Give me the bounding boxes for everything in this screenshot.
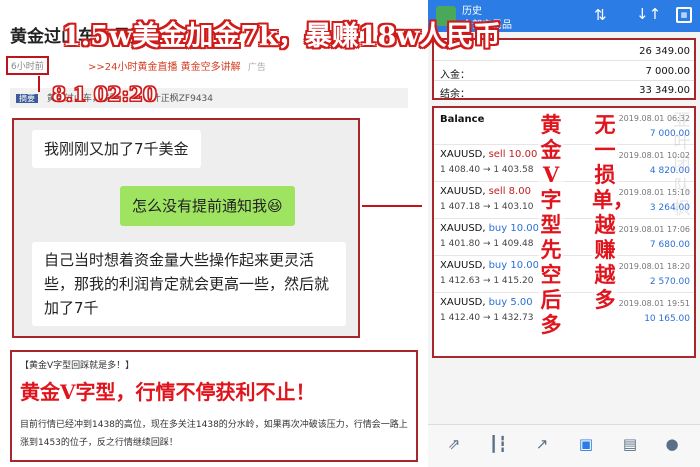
ad-tag: 广告 xyxy=(247,63,266,73)
row-symbol: XAUUSD, buy 5.00 xyxy=(440,297,533,308)
trade-history-list: Balance 2019.08.01 06:32 7 000.00 XAUUSD… xyxy=(432,106,696,358)
divider xyxy=(434,80,694,81)
row-side: buy 10.00 xyxy=(488,223,539,234)
overlay-date: 8.1 02:20 xyxy=(52,82,158,107)
row-date: 2019.08.01 19:51 xyxy=(618,299,690,308)
row-date: 2019.08.01 17:06 xyxy=(618,225,690,234)
row-price: 1 412.63 → 1 415.20 xyxy=(440,276,534,286)
history-row[interactable]: XAUUSD, buy 10.00 1 401.80 → 1 409.48 201… xyxy=(434,219,694,256)
row-side: sell 8.00 xyxy=(488,186,531,197)
row-profit: 10 165.00 xyxy=(644,314,690,324)
promo-box-headline: 黄金V字型，行情不停获利不止！ xyxy=(20,380,316,404)
divider xyxy=(434,60,694,61)
inbox-icon[interactable]: ▣ xyxy=(574,435,598,457)
history-row[interactable]: XAUUSD, buy 10.00 1 412.63 → 1 415.20 201… xyxy=(434,256,694,293)
row-symbol: XAUUSD, buy 10.00 xyxy=(440,260,539,271)
history-row[interactable]: XAUUSD, sell 8.00 1 407.18 → 1 403.10 201… xyxy=(434,182,694,219)
chat-message-incoming-2: 自己当时想着资金量大些操作起来更灵活些，那我的利润肯定就会更高一些，然后就加了7… xyxy=(32,242,346,326)
row-symbol: XAUUSD, sell 8.00 xyxy=(440,186,531,197)
headline-overlay: 1.5w美金加金7k，暴赚18w人民币 xyxy=(62,21,501,52)
row-price: 1 401.80 → 1 409.48 xyxy=(440,239,534,249)
arrow-connector xyxy=(362,205,422,207)
promo-box: 【黄金V字型回踩就是多！】 黄金V字型，行情不停获利不止！ 目前行情已经冲到14… xyxy=(10,350,418,462)
history-row[interactable]: XAUUSD, buy 5.00 1 412.40 → 1 432.73 2019… xyxy=(434,293,694,330)
arrow-connector xyxy=(38,76,40,92)
row-side: buy 10.00 xyxy=(488,260,539,271)
history-row[interactable]: XAUUSD, sell 10.00 1 408.40 → 1 403.58 20… xyxy=(434,145,694,182)
deposit-value: 7 000.00 xyxy=(645,66,690,77)
balance-label: 结余： xyxy=(440,89,470,100)
row-price: 1 408.40 → 1 403.58 xyxy=(440,165,534,175)
overlay-caption-v-shape: 黄金V字型先空后多 xyxy=(538,112,564,337)
promo-box-body: 目前行情已经冲到1438的高位，现在多关注1438的分水岭，如果再次冲破该压力，… xyxy=(20,420,408,448)
sort-icon[interactable]: ⇅ xyxy=(594,6,607,24)
summary-total-value: 26 349.00 xyxy=(639,46,690,57)
calendar-icon[interactable]: ▦ xyxy=(676,7,692,23)
row-side: buy 5.00 xyxy=(488,297,533,308)
row-date: 2019.08.01 18:20 xyxy=(618,262,690,271)
row-price: 1 412.40 → 1 432.73 xyxy=(440,313,534,323)
article-panel: 黄金过山车 · 暴赚 6小时前 >>24小时黄金直播 黄金空多讲解 广告 摘要 … xyxy=(0,0,428,467)
news-icon[interactable]: ▤ xyxy=(618,435,642,457)
up-down-arrows-icon[interactable]: ↓↑ xyxy=(636,5,661,23)
watermark: 亚叶团队枫 xyxy=(673,111,691,219)
publish-time: 6小时前 xyxy=(6,56,49,75)
chart-candles-icon[interactable]: ┃┇ xyxy=(486,435,510,457)
chat-screenshot: 我刚刚又加了7千美金 怎么没有提前通知我😆 自己当时想着资金量大些操作起来更灵活… xyxy=(12,118,360,338)
promo-link-text[interactable]: >>24小时黄金直播 黄金空多讲解 xyxy=(88,62,241,73)
chat-message-outgoing: 怎么没有提前通知我😆 xyxy=(120,186,295,226)
summary-row-balance: 结余： 33 349.00 xyxy=(440,85,690,100)
author-name[interactable]: 叶正枫ZF9434 xyxy=(152,94,213,104)
overlay-caption-no-loss: 无一损单，越赚越多 xyxy=(592,112,634,312)
bottom-nav: ⇗ ┃┇ ↗ ▣ ▤ ● xyxy=(428,424,700,467)
trade-icon[interactable]: ⇗ xyxy=(442,435,466,457)
trading-app: 历史 全部交易品 ⇅ ↓↑ ▦ 26 349.00 入金： 7 000.00 结… xyxy=(428,0,700,467)
history-row-balance[interactable]: Balance 2019.08.01 06:32 7 000.00 xyxy=(434,108,694,145)
chat-icon[interactable]: ● xyxy=(660,435,684,457)
chat-message-incoming-1: 我刚刚又加了7千美金 xyxy=(32,130,201,168)
chart-line-icon[interactable]: ↗ xyxy=(530,435,554,457)
row-profit: 7 680.00 xyxy=(649,240,690,250)
row-side: sell 10.00 xyxy=(488,149,538,160)
promo-box-heading: 【黄金V字型回踩就是多！】 xyxy=(20,361,135,371)
row-label: Balance xyxy=(440,114,485,125)
balance-value: 33 349.00 xyxy=(639,85,690,96)
row-profit: 2 570.00 xyxy=(649,277,690,287)
summary-row-deposit: 入金： 7 000.00 xyxy=(440,66,690,81)
summary-tag: 摘要 xyxy=(16,94,38,103)
row-symbol: XAUUSD, buy 10.00 xyxy=(440,223,539,234)
row-price: 1 407.18 → 1 403.10 xyxy=(440,202,534,212)
promo-link[interactable]: >>24小时黄金直播 黄金空多讲解 广告 xyxy=(88,58,266,73)
row-symbol: XAUUSD, sell 10.00 xyxy=(440,149,538,160)
